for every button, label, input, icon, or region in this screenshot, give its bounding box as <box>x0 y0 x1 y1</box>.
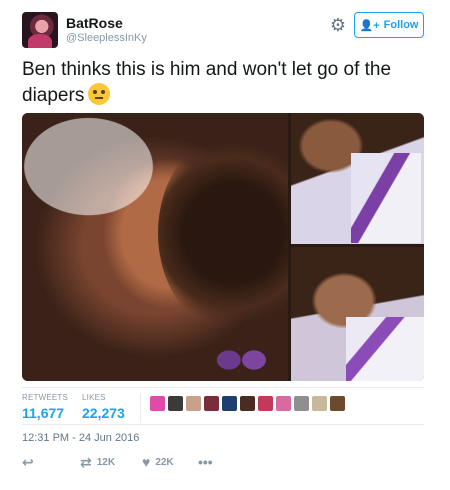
liker-avatar[interactable] <box>330 396 345 411</box>
liker-avatar[interactable] <box>168 396 183 411</box>
like-button[interactable]: ♥ 22K <box>142 454 174 470</box>
user-avatar[interactable] <box>22 12 58 48</box>
retweets-value: 11,677 <box>22 405 65 421</box>
tweet-text-body: Ben thinks this is him and won't let go … <box>22 59 392 106</box>
photo-main[interactable] <box>22 113 288 381</box>
retweet-icon: ⇄ <box>80 454 92 470</box>
liker-avatars <box>150 396 345 411</box>
liker-avatar[interactable] <box>294 396 309 411</box>
stats-separator <box>140 393 141 423</box>
divider <box>22 387 424 388</box>
photo-detail-feet <box>212 345 268 375</box>
liker-avatar[interactable] <box>240 396 255 411</box>
retweets-label: RETWEETS <box>22 393 69 402</box>
tweet-card: BatRose @SleeplessInKy ⚙ 👤+ Follow Ben t… <box>0 0 450 490</box>
reply-icon: ↩ <box>22 454 34 470</box>
tweet-text: Ben thinks this is him and won't let go … <box>22 57 432 109</box>
like-count: 22K <box>155 456 174 468</box>
photo-detail-diaper <box>351 153 421 243</box>
user-handle[interactable]: @SleeplessInKy <box>66 32 147 44</box>
liker-avatar[interactable] <box>204 396 219 411</box>
photo-detail-hair <box>158 133 288 333</box>
photo-detail-diaper <box>346 317 424 381</box>
liker-avatar[interactable] <box>258 396 273 411</box>
liker-avatar[interactable] <box>312 396 327 411</box>
more-button[interactable]: ••• <box>198 454 213 470</box>
retweet-count: 12K <box>96 456 116 468</box>
retweets-stat[interactable]: RETWEETS 11,677 <box>22 393 68 421</box>
likes-label: LIKES <box>82 393 106 402</box>
photo-top-right[interactable] <box>291 113 424 244</box>
follow-button[interactable]: 👤+ Follow <box>354 12 424 38</box>
tweet-actions: ↩ ⇄ 12K ♥ 22K ••• <box>22 454 282 472</box>
reply-button[interactable]: ↩ <box>22 454 34 470</box>
liker-avatar[interactable] <box>222 396 237 411</box>
heart-icon: ♥ <box>142 454 151 470</box>
divider <box>22 424 424 425</box>
likes-value: 22,273 <box>82 405 125 421</box>
photo-bottom-right[interactable] <box>291 247 424 381</box>
add-user-icon: 👤+ <box>359 19 380 32</box>
more-icon: ••• <box>198 454 213 470</box>
follow-label: Follow <box>383 19 419 31</box>
likes-stat[interactable]: LIKES 22,273 <box>82 393 125 421</box>
tweet-timestamp[interactable]: 12:31 PM - 24 Jun 2016 <box>22 432 139 444</box>
liker-avatar[interactable] <box>186 396 201 411</box>
tweet-media <box>22 113 424 381</box>
rolling-eyes-emoji-icon <box>88 83 111 105</box>
liker-avatar[interactable] <box>150 396 165 411</box>
retweet-button[interactable]: ⇄ 12K <box>80 454 115 470</box>
gear-icon[interactable]: ⚙ <box>328 15 348 35</box>
user-name[interactable]: BatRose <box>66 15 123 31</box>
liker-avatar[interactable] <box>276 396 291 411</box>
